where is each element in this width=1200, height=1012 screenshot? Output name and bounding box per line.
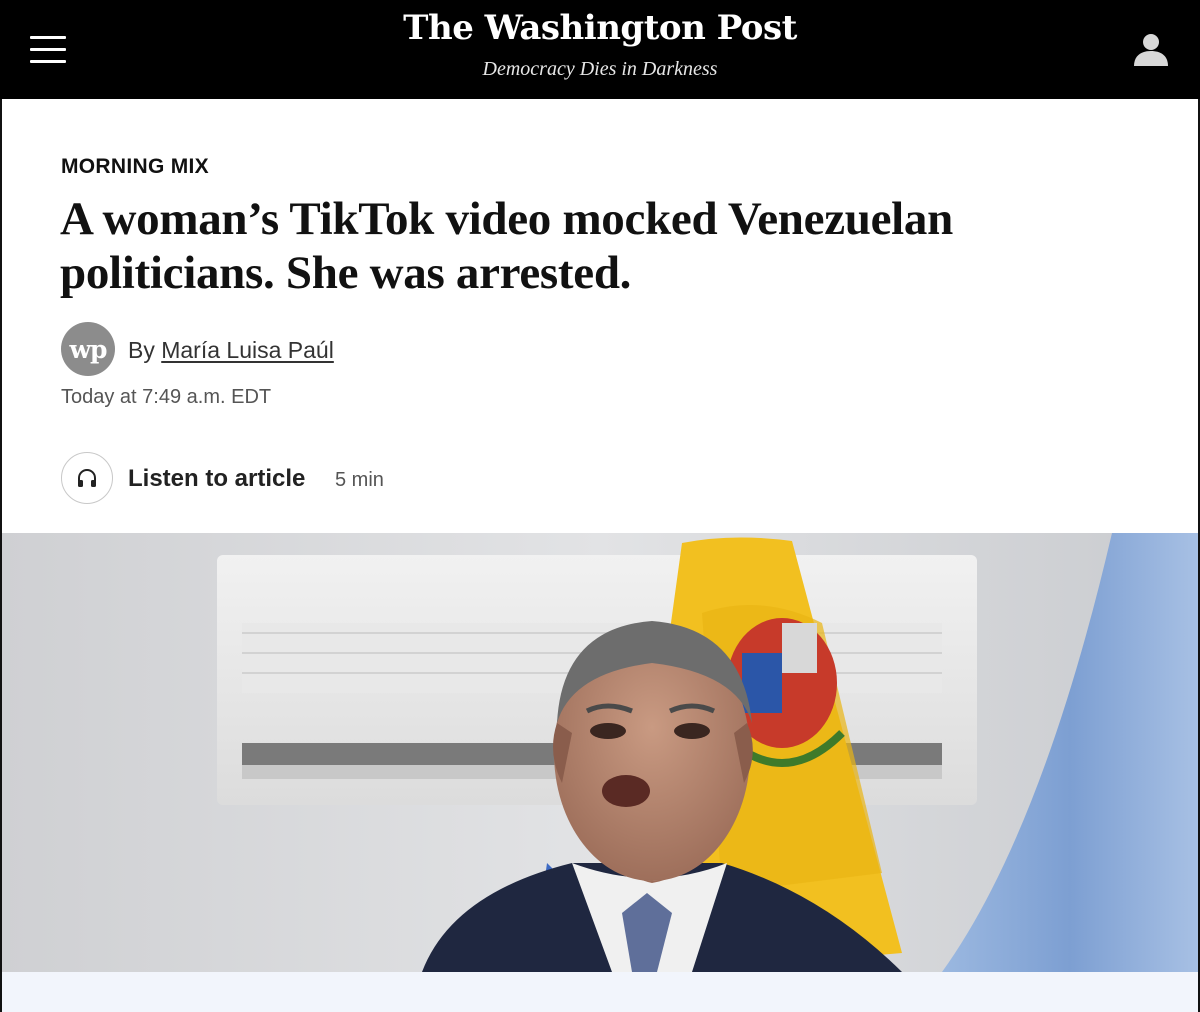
site-tagline: Democracy Dies in Darkness: [482, 58, 718, 80]
author-link[interactable]: María Luisa Paúl: [161, 337, 334, 363]
listen-duration: 5 min: [335, 469, 384, 491]
byline-prefix: By: [128, 337, 155, 363]
section-kicker[interactable]: MORNING MIX: [61, 155, 209, 179]
author-avatar: wp: [61, 322, 115, 376]
user-icon[interactable]: [1132, 30, 1170, 68]
article-headline: A woman’s TikTok video mocked Venezuelan…: [60, 193, 953, 299]
content-strip: [2, 972, 1198, 1012]
site-header: The Washington Post Democracy Dies in Da…: [0, 0, 1200, 99]
byline: By María Luisa Paúl: [128, 337, 334, 364]
listen-to-article-button[interactable]: Listen to article: [128, 465, 305, 493]
headphones-icon[interactable]: [61, 452, 113, 504]
site-logo[interactable]: The Washington Post: [0, 8, 1200, 48]
wp-logo-text: wp: [69, 334, 107, 364]
publish-timestamp: Today at 7:49 a.m. EDT: [61, 386, 272, 408]
lead-photo: [2, 533, 1198, 972]
